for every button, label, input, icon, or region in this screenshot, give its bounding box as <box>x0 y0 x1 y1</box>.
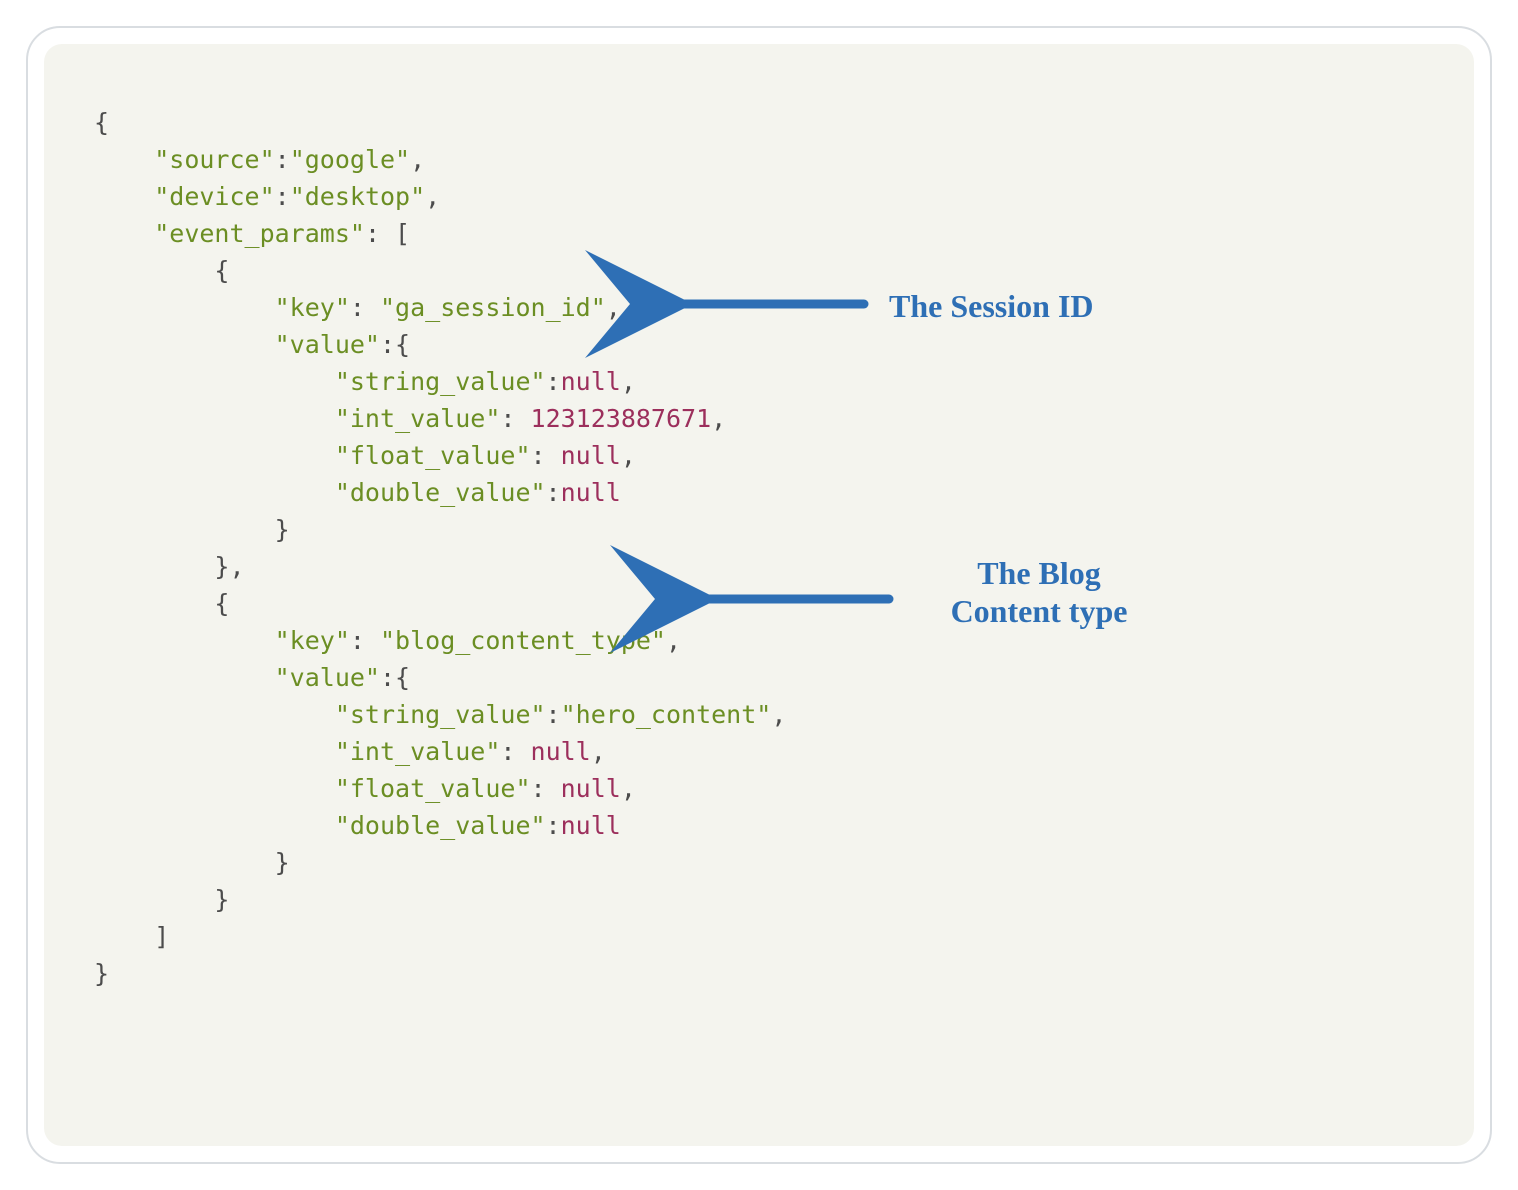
json-code-block: { "source":"google", "device":"desktop",… <box>94 104 1434 992</box>
code-panel: { "source":"google", "device":"desktop",… <box>44 44 1474 1146</box>
annotation-blog-line1: The Blog <box>977 555 1101 591</box>
outer-frame: { "source":"google", "device":"desktop",… <box>26 26 1492 1164</box>
arrow-blog-content-icon <box>679 574 899 624</box>
annotation-blog-line2: Content type <box>951 593 1128 629</box>
annotation-session-id: The Session ID <box>889 287 1094 325</box>
arrow-session-id-icon <box>654 279 874 329</box>
code-text: { <box>94 108 109 137</box>
annotation-blog-content: The Blog Content type <box>924 554 1154 630</box>
